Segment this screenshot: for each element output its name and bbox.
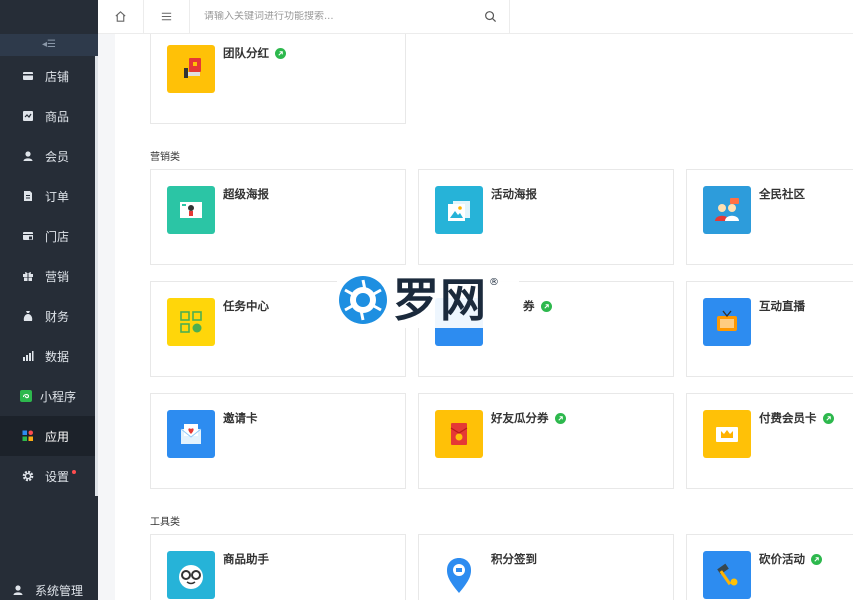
sidebar-item-finance[interactable]: 财务 xyxy=(0,296,98,336)
app-card-live-stream[interactable]: 互动直播 xyxy=(686,281,853,377)
app-name: 互动直播 xyxy=(759,299,805,313)
system-management-item[interactable]: 系统管理 xyxy=(0,580,98,600)
app-card-invite-card[interactable]: 邀请卡 xyxy=(150,393,406,489)
menu-toggle-button[interactable] xyxy=(144,0,190,34)
app-card-activity-poster[interactable]: 活动海报 xyxy=(418,169,674,265)
team-bonus-icon xyxy=(167,45,215,93)
app-name: 超级海报 xyxy=(223,187,269,201)
section-title-marketing: 营销类 xyxy=(150,152,180,163)
sidebar: ◂☰ 店铺 商品 会员 订单 门店 营销 财务 数据 小程序 应用 设置 系统管… xyxy=(0,0,98,600)
app-card-team-bonus[interactable]: 团队分红 xyxy=(150,34,406,124)
miniprogram-icon xyxy=(20,390,32,402)
app-name: 付费会员卡 xyxy=(759,411,817,425)
sidebar-logo-area xyxy=(0,0,98,34)
sidebar-item-data[interactable]: 数据 xyxy=(0,336,98,376)
link-icon xyxy=(822,412,834,424)
crown-card-icon xyxy=(703,410,751,458)
red-packet-icon xyxy=(435,410,483,458)
app-card-community[interactable]: 全民社区 xyxy=(686,169,853,265)
app-name: 团队分红 xyxy=(223,46,269,60)
sidebar-item-order[interactable]: 订单 xyxy=(0,176,98,216)
sidebar-item-miniprogram[interactable]: 小程序 xyxy=(0,376,98,416)
watermark-logo-icon xyxy=(339,276,387,324)
chart-icon xyxy=(22,350,34,362)
app-name: 邀请卡 xyxy=(223,411,258,425)
sidebar-item-label: 门店 xyxy=(45,229,70,244)
link-icon xyxy=(811,553,822,565)
search-box xyxy=(190,0,510,34)
sidebar-item-store[interactable]: 门店 xyxy=(0,216,98,256)
sidebar-collapse-toggle[interactable]: ◂☰ xyxy=(0,34,98,56)
app-name: 商品助手 xyxy=(223,552,269,566)
shop-icon xyxy=(22,70,34,82)
link-icon xyxy=(275,47,286,59)
app-card-friend-coupon[interactable]: 好友瓜分券 xyxy=(418,393,674,489)
link-icon xyxy=(554,412,566,424)
home-button[interactable] xyxy=(98,0,144,34)
app-name: 全民社区 xyxy=(759,187,805,201)
goods-icon xyxy=(22,110,34,122)
search-input[interactable] xyxy=(204,11,484,22)
sidebar-item-label: 会员 xyxy=(45,149,70,164)
watermark-registered: ® xyxy=(489,276,499,288)
app-card-points-checkin[interactable]: 积分签到 xyxy=(418,534,674,600)
sidebar-scrollbar[interactable] xyxy=(95,56,98,496)
sidebar-item-goods[interactable]: 商品 xyxy=(0,96,98,136)
sidebar-item-label: 营销 xyxy=(45,269,70,284)
search-icon[interactable] xyxy=(484,10,497,23)
location-pin-icon xyxy=(435,551,483,599)
app-card-goods-helper[interactable]: 商品助手 xyxy=(150,534,406,600)
heart-envelope-icon xyxy=(167,410,215,458)
sidebar-item-label: 商品 xyxy=(45,109,70,124)
sidebar-item-shop[interactable]: 店铺 xyxy=(0,56,98,96)
sidebar-item-marketing[interactable]: 营销 xyxy=(0,256,98,296)
link-icon xyxy=(540,300,552,312)
sidebar-item-label: 应用 xyxy=(45,429,70,444)
app-name: 砍价活动 xyxy=(759,552,805,566)
tv-icon xyxy=(703,298,751,346)
sidebar-item-apps[interactable]: 应用 xyxy=(0,416,98,456)
section-title-tools: 工具类 xyxy=(150,517,180,528)
app-card-super-poster[interactable]: 超级海报 xyxy=(150,169,406,265)
sidebar-item-label: 订单 xyxy=(45,189,70,204)
gear-icon xyxy=(22,470,34,482)
member-icon xyxy=(22,150,34,162)
app-card-bargain[interactable]: 砍价活动 xyxy=(686,534,853,600)
order-icon xyxy=(22,190,34,202)
app-name: 活动海报 xyxy=(491,187,537,201)
hammer-icon xyxy=(703,551,751,599)
home-icon xyxy=(115,11,126,22)
poster-icon xyxy=(167,186,215,234)
sidebar-item-settings[interactable]: 设置 xyxy=(0,456,98,496)
community-icon xyxy=(703,186,751,234)
apps-icon xyxy=(22,430,34,442)
glasses-face-icon xyxy=(167,551,215,599)
notification-dot xyxy=(72,470,77,474)
qrcode-icon xyxy=(167,298,215,346)
sidebar-item-label: 设置 xyxy=(45,469,70,484)
sidebar-item-label: 店铺 xyxy=(45,69,70,84)
store-icon xyxy=(22,230,34,242)
watermark-text: 罗网 xyxy=(393,273,487,327)
finance-icon xyxy=(22,310,34,322)
app-name: 积分签到 xyxy=(491,552,537,566)
gift-icon xyxy=(22,270,34,282)
sidebar-item-label: 小程序 xyxy=(40,389,77,404)
watermark: 罗网 ® xyxy=(337,270,519,328)
app-name: 任务中心 xyxy=(223,299,269,313)
app-card-paid-member[interactable]: 付费会员卡 xyxy=(686,393,853,489)
sidebar-item-member[interactable]: 会员 xyxy=(0,136,98,176)
top-bar xyxy=(98,0,853,34)
app-name: 好友瓜分券 xyxy=(491,411,549,425)
user-icon xyxy=(12,584,24,596)
picture-icon xyxy=(435,186,483,234)
system-management-label: 系统管理 xyxy=(35,583,84,598)
menu-icon xyxy=(161,12,172,21)
app-name: 券 xyxy=(523,299,535,313)
sidebar-item-label: 数据 xyxy=(45,349,70,364)
sidebar-item-label: 财务 xyxy=(45,309,70,324)
